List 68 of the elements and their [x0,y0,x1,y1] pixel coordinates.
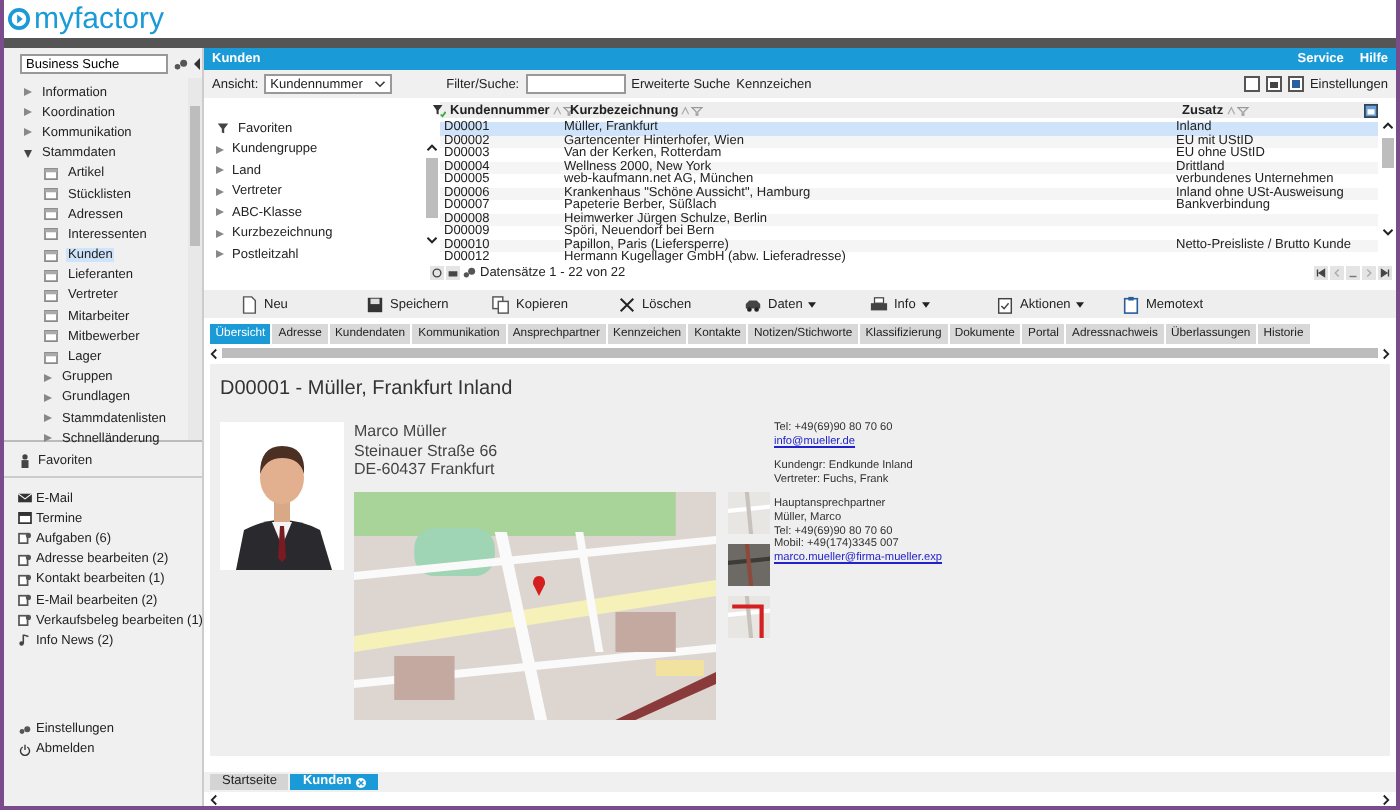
clipboard-icon [996,295,1014,313]
document-icon [240,295,258,313]
car-icon [744,295,762,313]
chevron-down-icon [374,80,387,88]
address-line: DE-60437 Frankfurt [354,460,497,479]
scroll-down-icon[interactable] [426,236,438,244]
expand-icon[interactable] [24,149,32,158]
caret-icon [1076,301,1085,307]
printer-icon[interactable] [446,265,460,279]
page-icon [44,249,58,262]
person-icon [18,453,32,467]
filter-icon [216,122,230,135]
page-icon [44,289,58,302]
scroll-left-icon[interactable] [210,793,218,805]
settings-icon[interactable] [462,265,476,279]
settings-icon[interactable] [174,57,188,71]
scroll-thumb[interactable] [222,348,1378,358]
copy-icon [492,295,510,313]
scroll-right-icon[interactable] [1382,347,1390,359]
logo: myfactory [34,2,165,36]
close-icon [618,295,636,313]
filter-field[interactable] [525,74,626,94]
refresh-icon[interactable] [430,265,444,279]
scroll-down-icon[interactable] [1381,228,1393,236]
page-icon [44,310,58,323]
address-line: Steinauer Straße 66 [354,441,500,460]
printer-icon [870,295,888,313]
filter-icon[interactable] [432,103,446,117]
record-heading: D00001 - Müller, Frankfurt Inland [220,378,515,402]
task-icon [18,594,32,607]
scroll-up-icon[interactable] [1381,122,1393,130]
caret-icon [921,301,930,307]
note-icon [18,634,32,647]
layout-icon[interactable] [1287,76,1304,92]
task-icon [18,553,32,566]
page-icon [44,188,58,201]
close-icon[interactable] [355,777,366,787]
page-icon [44,208,58,221]
logo-icon [8,8,30,30]
last-page-icon[interactable] [1378,265,1392,279]
clipboard-icon [1122,295,1140,313]
settings-icon [18,723,32,736]
page-ellipsis-icon[interactable] [1346,265,1360,279]
printer-icon[interactable] [1265,76,1282,92]
floppy-icon [366,295,384,313]
window-icon[interactable] [1243,76,1260,92]
calendar-icon [18,512,32,525]
caret-icon [808,301,817,307]
page-icon [44,228,58,241]
scroll-up-icon[interactable] [426,144,438,152]
scroll-thumb[interactable] [1381,138,1393,168]
scroll-thumb[interactable] [426,158,438,218]
page-icon [44,167,58,180]
power-icon [18,743,32,756]
scroll-thumb[interactable] [190,106,200,246]
page-icon [44,269,58,282]
task-icon [18,614,32,627]
page-icon [44,330,58,343]
envelope-icon [18,492,32,505]
scrollbar[interactable] [188,78,202,440]
page-icon [44,351,58,364]
scroll-right-icon[interactable] [1382,793,1390,805]
columns-icon[interactable] [1364,103,1378,117]
scroll-left-icon[interactable] [210,347,218,359]
task-icon [18,532,32,545]
first-page-icon[interactable] [1314,265,1328,279]
task-icon [18,573,32,586]
address-line: Marco Müller [354,422,449,441]
